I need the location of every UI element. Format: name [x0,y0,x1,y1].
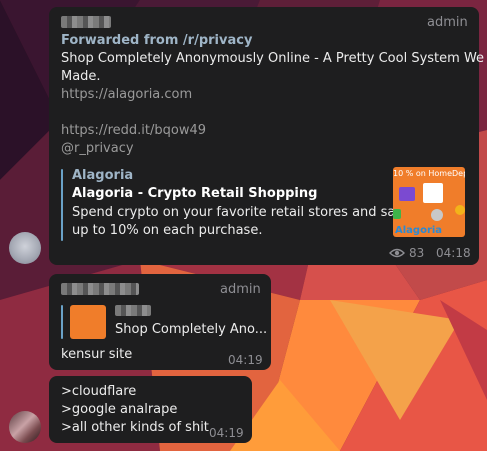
sender-name-blurred[interactable] [61,283,139,295]
message-time: 04:19 [228,353,263,367]
message-text: kensur site [61,347,133,362]
eye-icon [389,248,405,258]
admin-badge: admin [427,15,468,30]
thumbnail-gift-icon [399,187,415,201]
link-preview-bar [61,169,63,241]
thumbnail-litecoin-icon [431,209,443,221]
link-preview-thumbnail[interactable]: 10 % on HomeDepo Alagoria [393,167,465,237]
message-line-1: >cloudflare [61,384,137,399]
message-line-2: >google analrape [61,402,178,417]
message-bubble-forwarded[interactable]: admin Forwarded from /r/privacy Shop Com… [49,7,484,265]
reply-preview-text[interactable]: Shop Completely Ano... [115,321,267,339]
thumbnail-bitcoin-icon [393,209,401,219]
link-preview-desc-line1: Spend crypto on your favorite retail sto… [72,205,412,220]
thumbnail-top-text: 10 % on HomeDepo [393,169,465,178]
link-preview-desc-line2: up to 10% on each purchase. [72,223,263,238]
user-avatar[interactable] [9,411,41,443]
message-time: 04:18 [436,246,471,260]
message-text-line2: Made. [61,69,101,84]
message-link-alagoria[interactable]: https://alagoria.com [61,86,192,104]
thumbnail-store-logo [423,183,443,203]
forwarded-from-label[interactable]: Forwarded from /r/privacy [61,33,252,48]
message-line-3: >all other kinds of shit [61,420,209,435]
link-preview-title[interactable]: Alagoria - Crypto Retail Shopping [72,186,317,201]
reply-author-blurred [115,305,151,316]
reply-thumbnail [70,305,106,339]
message-bubble-reply[interactable]: admin Shop Completely Ano... kensur site… [49,274,271,370]
channel-avatar[interactable] [9,232,41,264]
admin-badge: admin [220,282,261,297]
thumbnail-brand: Alagoria [395,225,443,236]
thumbnail-coin-icon [455,205,465,215]
message-link-reddit[interactable]: https://redd.it/bqow49 [61,122,206,140]
view-count: 83 [409,246,425,260]
reply-bar [61,305,63,339]
message-mention[interactable]: @r_privacy [61,140,134,158]
message-time: 04:19 [209,426,244,440]
message-text-line1: Shop Completely Anonymously Online - A P… [61,51,485,66]
sender-name-blurred[interactable] [61,16,111,28]
message-bubble-greentext[interactable]: >cloudflare >google analrape >all other … [49,376,252,443]
link-preview-site[interactable]: Alagoria [72,168,133,183]
